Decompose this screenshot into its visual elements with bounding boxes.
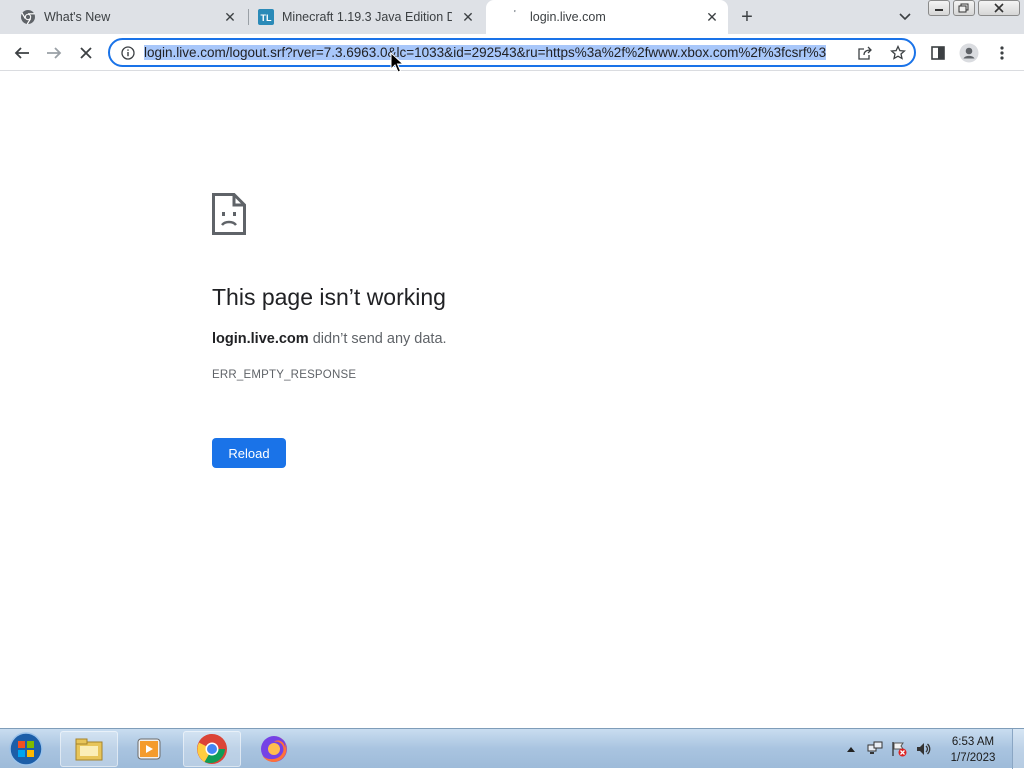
clock-date: 1/7/2023 xyxy=(950,752,996,764)
new-tab-button[interactable]: + xyxy=(737,6,757,28)
profile-avatar-icon[interactable] xyxy=(958,42,980,64)
tab-separator xyxy=(248,9,249,25)
share-icon[interactable] xyxy=(856,45,874,61)
back-arrow-icon[interactable] xyxy=(11,42,33,64)
menu-kebab-icon[interactable] xyxy=(991,42,1013,64)
site-info-icon[interactable] xyxy=(120,45,136,61)
address-bar[interactable]: login.live.com/logout.srf?rver=7.3.6963.… xyxy=(108,38,916,67)
mouse-cursor-icon xyxy=(390,52,404,73)
window-controls xyxy=(928,0,1023,18)
reload-button[interactable]: Reload xyxy=(212,438,286,468)
firefox-icon[interactable] xyxy=(245,731,303,767)
taskbar-clock[interactable]: 6:53 AM 1/7/2023 xyxy=(940,734,1006,766)
volume-icon[interactable] xyxy=(915,741,931,757)
tab-search-chevron-icon[interactable] xyxy=(896,9,914,25)
action-center-flag-icon[interactable] xyxy=(891,741,907,757)
stop-loading-icon[interactable] xyxy=(75,42,97,64)
error-code: ERR_EMPTY_RESPONSE xyxy=(212,369,357,381)
loading-icon xyxy=(506,9,522,25)
tl-icon: TL xyxy=(258,9,274,25)
minimize-icon[interactable] xyxy=(928,0,950,16)
forward-arrow-icon[interactable] xyxy=(43,42,65,64)
tab-strip: What's New ✕ TL Minecraft 1.19.3 Java Ed… xyxy=(0,0,1024,34)
address-url[interactable]: login.live.com/logout.srf?rver=7.3.6963.… xyxy=(144,45,850,60)
error-description-text: didn’t send any data. xyxy=(308,331,447,347)
show-desktop-button[interactable] xyxy=(1012,729,1024,769)
svg-text:TL: TL xyxy=(261,13,272,23)
tab-title: login.live.com xyxy=(530,10,606,24)
show-hidden-icons-icon[interactable] xyxy=(843,741,859,757)
clock-time: 6:53 AM xyxy=(951,736,995,748)
file-explorer-icon[interactable] xyxy=(60,731,118,767)
tab-minecraft[interactable]: TL Minecraft 1.19.3 Java Edition Do ✕ xyxy=(250,0,484,34)
chrome-icon[interactable] xyxy=(183,731,241,767)
windows-taskbar: 6:53 AM 1/7/2023 xyxy=(0,728,1024,769)
tab-title: Minecraft 1.19.3 Java Edition Do xyxy=(282,10,452,24)
browser-toolbar: login.live.com/logout.srf?rver=7.3.6963.… xyxy=(0,34,1024,71)
chrome-icon xyxy=(20,9,36,25)
sad-page-icon xyxy=(212,193,246,235)
bookmark-star-icon[interactable] xyxy=(889,44,907,62)
side-panel-icon[interactable] xyxy=(927,42,949,64)
tab-close-icon[interactable]: ✕ xyxy=(704,9,720,25)
system-tray xyxy=(843,729,939,769)
tab-close-icon[interactable]: ✕ xyxy=(460,9,476,25)
error-description: login.live.com didn’t send any data. xyxy=(212,331,447,347)
tab-login-live[interactable]: login.live.com ✕ xyxy=(486,0,728,34)
restore-icon[interactable] xyxy=(953,0,975,16)
error-host: login.live.com xyxy=(212,331,309,347)
tab-whats-new[interactable]: What's New ✕ xyxy=(0,0,246,34)
network-icon[interactable] xyxy=(867,741,883,757)
tab-title: What's New xyxy=(44,10,111,24)
error-page: This page isn’t working login.live.com d… xyxy=(0,72,1024,728)
tab-close-icon[interactable]: ✕ xyxy=(222,9,238,25)
error-title: This page isn’t working xyxy=(212,284,446,310)
media-player-icon[interactable] xyxy=(120,731,178,767)
close-window-icon[interactable] xyxy=(978,0,1020,16)
start-orb-icon[interactable] xyxy=(6,731,46,767)
